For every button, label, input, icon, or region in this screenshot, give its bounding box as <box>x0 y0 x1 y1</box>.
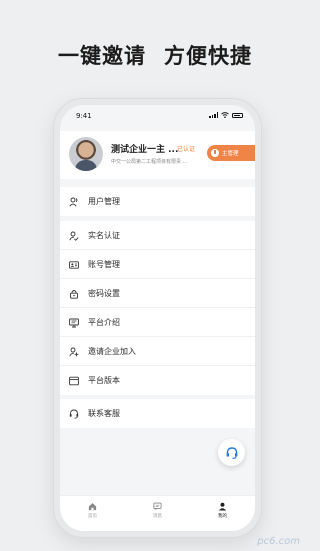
wifi-icon <box>221 112 229 118</box>
menu-item-real-name[interactable]: 实名认证 <box>60 221 255 250</box>
menu-item-label: 联系客服 <box>88 409 120 418</box>
avatar[interactable] <box>69 137 103 171</box>
menu-item-invite-company[interactable]: 邀请企业加入 <box>60 337 255 366</box>
profile-icon <box>218 502 227 511</box>
lock-icon <box>70 290 78 299</box>
headset-icon <box>69 409 79 419</box>
menu-item-customer-service[interactable]: 联系客服 <box>60 399 255 428</box>
headline: 一键邀请 方便快捷 <box>0 40 310 70</box>
battery-icon <box>232 112 243 118</box>
profile-name: 测试企业一主 ... <box>111 145 179 155</box>
signal-icon <box>209 112 218 118</box>
menu-item-label: 邀请企业加入 <box>88 347 136 356</box>
menu-item-label: 账号管理 <box>88 260 120 269</box>
tab-label: 消息 <box>153 514 162 519</box>
menu-item-user-management[interactable]: 用户管理 <box>60 187 255 216</box>
id-card-icon <box>69 261 79 269</box>
message-icon <box>153 502 162 511</box>
menu-item-label: 平台版本 <box>88 376 120 385</box>
headline-left: 一键邀请 <box>58 44 146 68</box>
watermark: pc6.com <box>257 536 300 547</box>
menu-item-account[interactable]: 账号管理 <box>60 250 255 279</box>
status-bar: 9:41 <box>60 105 255 127</box>
tab-mine[interactable]: 我的 <box>190 496 255 531</box>
headset-icon <box>226 446 237 459</box>
verified-badge: 已认证 <box>177 146 196 153</box>
status-icons <box>209 112 243 118</box>
menu-item-label: 密码设置 <box>88 289 120 298</box>
profile-company: 中交一公局第二工程项目有限责 ... <box>111 159 188 165</box>
phone-screen: 9:41 测试企业一主 ... 已认证 中交一公局第二工程项目有限责 ... 主… <box>60 105 255 531</box>
tab-label: 我的 <box>218 514 227 519</box>
thermometer-icon <box>211 149 219 157</box>
menu-group-users: 用户管理 <box>60 187 255 216</box>
menu-item-label: 实名认证 <box>88 231 120 240</box>
menu-item-label: 平台介绍 <box>88 318 120 327</box>
tab-label: 首页 <box>88 514 97 519</box>
menu-item-label: 用户管理 <box>88 197 120 206</box>
user-check-icon <box>69 231 79 241</box>
phone-frame: 9:41 测试企业一主 ... 已认证 中交一公局第二工程项目有限责 ... 主… <box>53 98 262 538</box>
tab-bar: 首页 消息 我的 <box>60 495 255 531</box>
admin-label: 主管理 <box>222 151 239 157</box>
users-icon <box>69 197 78 207</box>
menu-item-password[interactable]: 密码设置 <box>60 279 255 308</box>
user-add-icon <box>69 347 79 357</box>
status-time: 9:41 <box>76 112 92 120</box>
window-icon <box>69 376 79 386</box>
home-icon <box>88 503 97 511</box>
tab-home[interactable]: 首页 <box>60 496 125 531</box>
tab-messages[interactable]: 消息 <box>125 496 190 531</box>
monitor-icon <box>69 318 79 328</box>
menu-item-platform-version[interactable]: 平台版本 <box>60 366 255 395</box>
headline-right: 方便快捷 <box>164 44 252 68</box>
menu-group-account: 实名认证 账号管理 密码设置 平台介绍 邀请企业加入 平台版本 <box>60 221 255 395</box>
menu-group-support: 联系客服 <box>60 399 255 428</box>
admin-button[interactable]: 主管理 <box>207 145 255 161</box>
profile-card[interactable]: 测试企业一主 ... 已认证 中交一公局第二工程项目有限责 ... 主管理 <box>60 131 255 179</box>
support-float-button[interactable] <box>218 439 245 466</box>
menu-item-platform-intro[interactable]: 平台介绍 <box>60 308 255 337</box>
